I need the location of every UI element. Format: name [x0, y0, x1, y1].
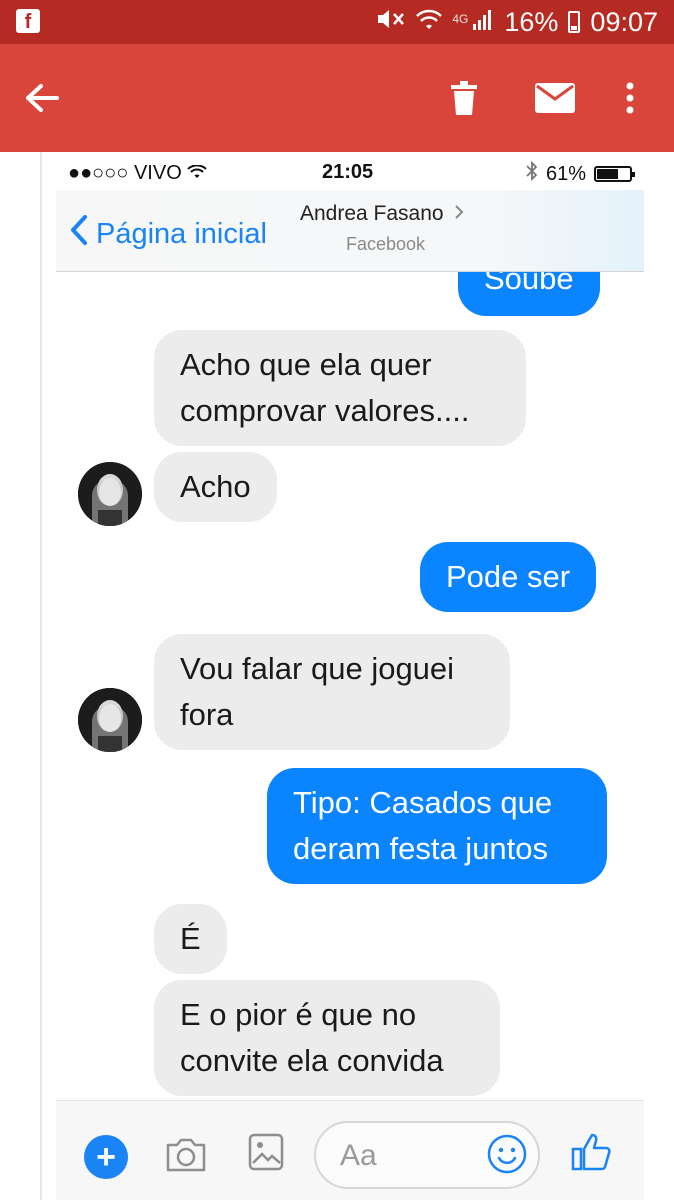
facebook-notification-icon: f — [16, 9, 40, 33]
back-arrow-icon[interactable] — [18, 74, 66, 122]
like-icon[interactable] — [570, 1129, 614, 1178]
carrier-name: VIVO — [133, 162, 182, 184]
chevron-right-icon — [454, 202, 464, 226]
app-toolbar — [0, 44, 674, 152]
more-vert-icon[interactable] — [612, 74, 648, 122]
wifi-icon — [187, 162, 208, 184]
contact-subtitle: Facebook — [346, 234, 426, 254]
message-composer: + — [56, 1100, 644, 1200]
trash-icon[interactable] — [440, 74, 488, 122]
message-bubble[interactable]: É — [154, 904, 227, 974]
ios-battery-icon — [594, 166, 635, 182]
contact-title[interactable]: Andrea Fasano — [300, 202, 464, 226]
message-bubble[interactable]: Acho — [154, 452, 277, 522]
message-bubble[interactable]: Vou falar que joguei fora — [154, 634, 510, 750]
message-bubble[interactable]: Soube — [458, 272, 600, 316]
android-status-bar: f 4G 16% 09:07 — [0, 0, 674, 44]
avatar[interactable] — [78, 688, 142, 752]
message-bubble[interactable]: Acho que ela quer comprovar valores.... — [154, 330, 526, 446]
bluetooth-icon — [526, 160, 538, 187]
image-icon[interactable] — [248, 1133, 284, 1176]
wifi-icon — [416, 7, 443, 38]
chevron-left-icon — [70, 214, 88, 254]
message-input[interactable] — [340, 1137, 470, 1175]
message-bubble[interactable]: Tipo: Casados que deram festa juntos — [267, 768, 607, 884]
ios-battery: 61% — [526, 160, 635, 187]
divider — [40, 152, 42, 1200]
messenger-header: Página inicial Andrea Fasano Facebook — [56, 190, 644, 272]
carrier: ●●○○○ VIVO — [68, 162, 208, 185]
message-bubble[interactable]: Pode ser — [420, 542, 597, 612]
signal-dots-icon: ●●○○○ — [68, 162, 129, 184]
message-bubble[interactable]: E o pior é que no convite ela convida — [154, 980, 500, 1096]
attached-screenshot: ●●○○○ VIVO 21:05 61% Página inicial Andr… — [0, 152, 674, 1200]
ios-clock: 21:05 — [322, 161, 374, 183]
mail-icon[interactable] — [527, 74, 583, 122]
ios-status-bar: ●●○○○ VIVO 21:05 61% — [56, 152, 644, 192]
battery-icon — [568, 11, 581, 33]
plus-icon[interactable]: + — [84, 1135, 128, 1179]
status-icons: 4G 16% 09:07 — [376, 0, 658, 44]
contact-name: Andrea Fasano — [300, 202, 444, 225]
mute-icon — [376, 7, 406, 38]
avatar[interactable] — [78, 462, 142, 526]
signal-icon — [472, 7, 494, 38]
emoji-icon[interactable] — [486, 1133, 528, 1180]
camera-icon[interactable] — [164, 1137, 208, 1178]
network-type: 4G — [452, 12, 469, 26]
battery-percent: 16% — [504, 6, 559, 37]
clock: 09:07 — [590, 6, 658, 37]
back-link[interactable]: Página inicial — [70, 214, 267, 254]
ios-battery-percent: 61% — [545, 162, 586, 185]
back-link-label: Página inicial — [96, 217, 267, 250]
message-thread: Soube Acho que ela quer comprovar valore… — [56, 272, 644, 1102]
